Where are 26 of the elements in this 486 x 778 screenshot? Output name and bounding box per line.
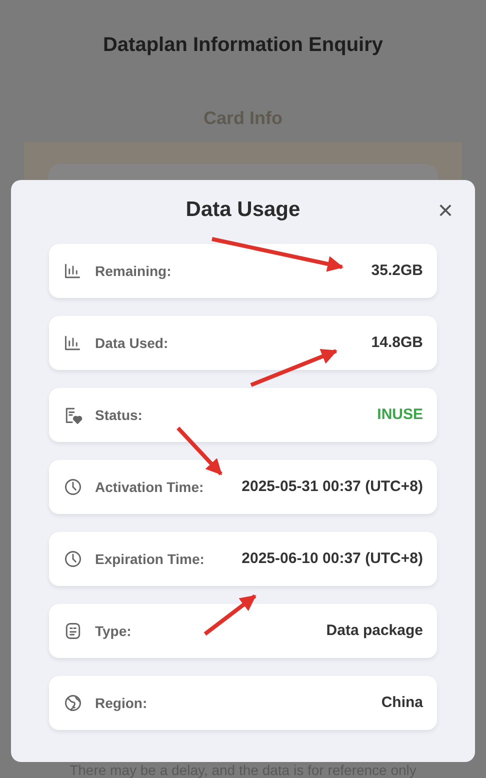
field-value: 2025-05-31 00:37 (UTC+8) xyxy=(242,476,423,497)
field-value: China xyxy=(381,692,423,713)
bar-chart-icon xyxy=(63,333,83,353)
clock-icon xyxy=(63,477,83,497)
annotation-arrow xyxy=(204,594,256,636)
field-value: INUSE xyxy=(377,404,423,425)
document-heart-icon xyxy=(63,405,83,425)
dialog-title: Data Usage xyxy=(186,197,300,223)
close-button[interactable]: × xyxy=(438,196,453,224)
annotation-arrow xyxy=(176,426,222,476)
field-value: 35.2GB xyxy=(371,260,423,281)
page-title: Dataplan Information Enquiry xyxy=(102,33,384,58)
clock-icon xyxy=(63,549,83,569)
field-value: 14.8GB xyxy=(371,332,423,353)
document-icon xyxy=(63,621,83,641)
field-label: Expiration Time: xyxy=(95,550,204,569)
field-label: Activation Time: xyxy=(95,478,204,496)
field-label: Remaining: xyxy=(95,262,172,281)
field-label: Region: xyxy=(95,694,148,713)
globe-icon xyxy=(63,693,83,713)
field-label: Data Used: xyxy=(95,334,168,352)
bar-chart-icon xyxy=(63,261,83,281)
field-value: 2025-06-10 00:37 (UTC+8) xyxy=(242,548,423,569)
field-label: Type: xyxy=(95,622,132,641)
field-value: Data package xyxy=(326,620,423,641)
field-label: Status: xyxy=(95,406,142,424)
